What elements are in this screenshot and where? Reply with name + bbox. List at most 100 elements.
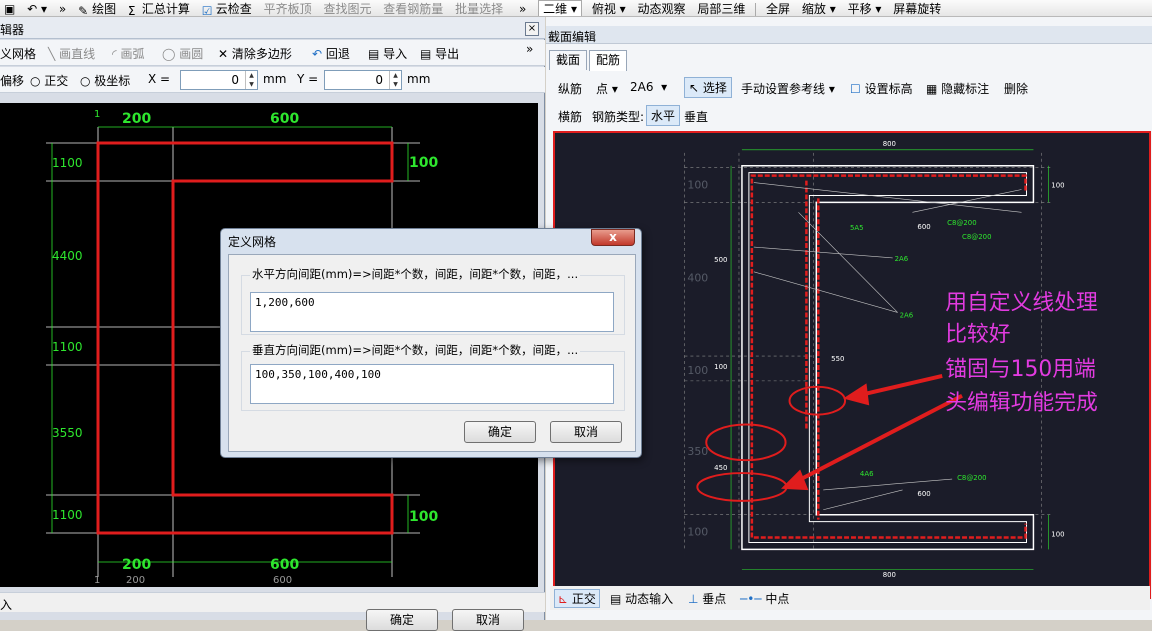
view-2d-select[interactable]: 二维 ▾ bbox=[538, 0, 583, 16]
save-icon[interactable]: ▣ bbox=[0, 1, 19, 16]
dim-label: 450 bbox=[714, 464, 727, 472]
editor-title: 辑器 bbox=[0, 23, 25, 37]
longitudinal-rebar-button[interactable]: 纵筋 bbox=[558, 80, 582, 97]
line-icon: ╲ bbox=[48, 47, 56, 61]
dialog-ok-button[interactable]: 确定 bbox=[464, 421, 536, 443]
y-label: Y = bbox=[297, 72, 319, 86]
bar-type-label: 钢筋类型: bbox=[592, 110, 645, 124]
set-elevation-button[interactable]: ☐ 设置标高 bbox=[850, 80, 913, 97]
grid-dim-label: 400 bbox=[687, 272, 708, 285]
find-element-button[interactable]: 查找图元 bbox=[319, 1, 375, 16]
define-grid-button[interactable]: 义网格 bbox=[0, 45, 36, 62]
x-spinner[interactable]: ▲ ▼ bbox=[245, 71, 257, 89]
grid-tick-label: 1 bbox=[94, 575, 100, 586]
toolbar-more-1[interactable]: » bbox=[55, 1, 70, 16]
export-icon: ▤ bbox=[420, 47, 432, 61]
coord-toolbar: 偏移 ○ 正交 ○ 极坐标 X = 0 ▲ ▼ mm Y = 0 ▲ ▼ mm bbox=[0, 67, 545, 93]
offset-label: 偏移 bbox=[0, 74, 25, 88]
hide-dimension-button[interactable]: ▦ 隐藏标注 bbox=[926, 80, 989, 97]
dim-right-bottom: 100 bbox=[1051, 531, 1064, 539]
ortho-icon: ⊾ bbox=[558, 592, 569, 606]
horizontal-spacing-group: 水平方向间距(mm)=>间距*个数，间距，间距*个数，间距，... 1,200,… bbox=[241, 266, 625, 335]
dyn-input-icon: ▤ bbox=[610, 592, 622, 606]
section-canvas[interactable]: 800 800 100 100 500 550 100 450 600 600 … bbox=[553, 131, 1151, 599]
draw-circle-button[interactable]: ◯ 画圆 bbox=[162, 45, 203, 62]
draw-button[interactable]: ✎ 绘图 bbox=[74, 1, 120, 16]
zoom-button[interactable]: 缩放 ▾ bbox=[798, 1, 840, 16]
dim-left-2: 4400 bbox=[52, 249, 83, 263]
clear-polygon-button[interactable]: ✕ 清除多边形 bbox=[218, 45, 292, 62]
dim-label: 600 bbox=[917, 223, 930, 231]
ortho-radio[interactable]: ○ 正交 bbox=[30, 72, 68, 89]
summary-calc-button[interactable]: Σ 汇总计算 bbox=[124, 1, 194, 16]
draw-line-button[interactable]: ╲ 画直线 bbox=[48, 45, 95, 62]
point-mode-select[interactable]: 点 ▾ bbox=[596, 80, 618, 97]
dynamic-input-toggle[interactable]: ▤ 动态输入 bbox=[610, 590, 673, 607]
dynamic-view-button[interactable]: 动态观察 bbox=[634, 1, 690, 16]
x-input[interactable]: 0 ▲ ▼ bbox=[180, 70, 258, 90]
undo-icon[interactable]: ↶ ▾ bbox=[23, 1, 51, 16]
dim-top-200: 200 bbox=[122, 111, 151, 127]
check-icon: ☑ bbox=[201, 4, 213, 17]
dim-top-600: 600 bbox=[270, 111, 299, 127]
pan-button[interactable]: 平移 ▾ bbox=[844, 1, 886, 16]
perp-icon: ⊥ bbox=[688, 592, 699, 606]
flush-top-button[interactable]: 平齐板顶 bbox=[260, 1, 316, 16]
bar-spec-select[interactable]: 2A6 ▾ bbox=[630, 80, 667, 94]
grid-dim-label: 100 bbox=[687, 179, 708, 192]
dim-right-100-top: 100 bbox=[409, 155, 438, 171]
dialog-cancel-button[interactable]: 取消 bbox=[550, 421, 622, 443]
annotation-arrowhead bbox=[781, 469, 809, 491]
annotation-line-2: 比较好 bbox=[945, 322, 1010, 347]
fullscreen-button[interactable]: 全屏 bbox=[762, 1, 794, 16]
editor-close-button[interactable]: × bbox=[525, 22, 539, 36]
polar-radio[interactable]: ○ 极坐标 bbox=[80, 72, 130, 89]
rollback-button[interactable]: ↶ 回退 bbox=[312, 45, 350, 62]
perp-snap-toggle[interactable]: ⊥ 垂点 bbox=[688, 590, 726, 607]
view-rebar-qty-button[interactable]: 查看钢筋量 bbox=[379, 1, 447, 16]
ortho-toggle[interactable]: ⊾ 正交 bbox=[554, 589, 600, 608]
draw-arc-button[interactable]: ◜ 画弧 bbox=[112, 45, 145, 62]
select-tool-button[interactable]: ↖ 选择 bbox=[684, 77, 732, 98]
tab-section[interactable]: 截面 bbox=[549, 50, 588, 70]
y-spinner[interactable]: ▲ ▼ bbox=[389, 71, 401, 89]
leader-line bbox=[823, 489, 903, 511]
section-statusbar: ⊾ 正交 ▤ 动态输入 ⊥ 垂点 ─•─ 中点 bbox=[550, 586, 1150, 610]
dim-label: 600 bbox=[917, 490, 930, 498]
toolbar-more-2[interactable]: » bbox=[511, 1, 534, 16]
editor-ok-button[interactable]: 确定 bbox=[366, 609, 438, 631]
dialog-title: 定义网格 bbox=[228, 235, 277, 249]
circle-icon: ◯ bbox=[162, 47, 176, 61]
dialog-close-button[interactable]: x bbox=[591, 229, 635, 246]
batch-select-button[interactable]: 批量选择 bbox=[451, 1, 507, 16]
cloud-check-button[interactable]: ☑ 云检查 bbox=[198, 1, 256, 17]
y-input[interactable]: 0 ▲ ▼ bbox=[324, 70, 402, 90]
local-3d-button[interactable]: 局部三维 bbox=[693, 1, 749, 16]
toolbar-more[interactable]: » bbox=[526, 42, 533, 56]
midpoint-icon: ─•─ bbox=[740, 592, 762, 606]
vertical-toggle[interactable]: 垂直 bbox=[684, 108, 708, 125]
horizontal-toggle[interactable]: 水平 bbox=[646, 105, 681, 126]
top-view-button[interactable]: 俯视 ▾ bbox=[588, 1, 630, 16]
import-icon: ▤ bbox=[368, 47, 380, 61]
midpoint-snap-toggle[interactable]: ─•─ 中点 bbox=[740, 590, 789, 607]
editor-cancel-button[interactable]: 取消 bbox=[452, 609, 524, 631]
export-button[interactable]: ▤ 导出 bbox=[420, 45, 459, 62]
horizontal-spacing-input[interactable]: 1,200,600 bbox=[250, 292, 614, 332]
tab-reinforcement[interactable]: 配筋 bbox=[589, 50, 628, 71]
manual-ref-line-button[interactable]: 手动设置参考线 ▾ bbox=[741, 80, 835, 97]
vertical-spacing-input[interactable]: 100,350,100,400,100 bbox=[250, 364, 614, 404]
arc-icon: ◜ bbox=[112, 47, 117, 61]
transverse-rebar-button[interactable]: 横筋 bbox=[558, 108, 582, 125]
dim-right-100-bottom: 100 bbox=[409, 509, 438, 525]
grid-dim-label: 100 bbox=[687, 364, 708, 377]
annotation-line-3: 锚固与150用端 bbox=[945, 357, 1096, 382]
hide-dim-icon: ▦ bbox=[926, 82, 938, 96]
dim-label: 500 bbox=[714, 256, 727, 264]
dim-label: 550 bbox=[831, 355, 844, 363]
dim-left-4: 3550 bbox=[52, 426, 83, 440]
import-button[interactable]: ▤ 导入 bbox=[368, 45, 407, 62]
screen-rotate-button[interactable]: 屏幕旋转 bbox=[889, 1, 945, 16]
delete-button[interactable]: 删除 bbox=[1004, 80, 1028, 97]
grid-dim-label: 350 bbox=[687, 445, 708, 458]
